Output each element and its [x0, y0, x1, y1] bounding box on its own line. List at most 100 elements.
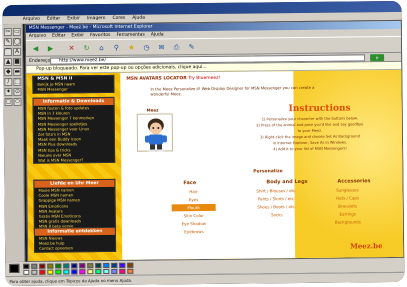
home-icon[interactable]: ⌂ [96, 43, 107, 54]
paint-tool-icon[interactable]: ◆ [4, 67, 13, 77]
palette-swatch[interactable] [39, 263, 46, 269]
paint-menu-item[interactable]: Ajuda [132, 16, 145, 21]
palette-swatch[interactable] [87, 263, 94, 269]
palette-swatch[interactable] [71, 263, 78, 269]
palette-swatch[interactable] [111, 262, 118, 268]
personalize-option[interactable]: Shoes / Boots / etc. [246, 203, 308, 211]
palette-swatch[interactable] [23, 269, 30, 275]
personalize-option[interactable]: Eyes [172, 196, 216, 203]
browser-menu-item[interactable]: Ajuda [151, 32, 164, 37]
avatar-icon [144, 118, 167, 152]
browser-menu-item[interactable]: Ferramentas [116, 33, 144, 38]
palette-swatch[interactable] [87, 269, 94, 275]
personalize-option[interactable]: Backgrounds [320, 218, 376, 226]
personalize-option[interactable]: Socks [246, 211, 308, 219]
paint-menu-item[interactable]: Editar [47, 16, 60, 21]
left-navigation: MSN & MSN II Bekijk je MSN naam MSN Messen… [32, 74, 117, 262]
column-heading: Accessories [337, 178, 371, 185]
palette-swatch[interactable] [119, 262, 126, 268]
paint-tool-icon[interactable]: ⊙ [13, 87, 22, 96]
nav-box: Informatie ontdekken MSN Nieuws Meez.be hu… [33, 226, 117, 253]
browser-menu-item[interactable]: Exibir [71, 33, 84, 38]
paint-tool-icon[interactable]: ⌒ [3, 48, 13, 57]
paint-tool-icon[interactable]: A [12, 47, 22, 56]
edit-icon[interactable]: ✎ [186, 42, 197, 53]
palette-swatch[interactable] [79, 263, 86, 269]
paint-tool-icon[interactable]: ▬ [13, 67, 22, 76]
palette-swatch[interactable] [127, 262, 134, 268]
paint-menu-item[interactable]: Cores [112, 16, 125, 21]
personalize-option[interactable]: Eyebrows [172, 228, 216, 235]
personalize-option[interactable]: Skin Color [172, 212, 216, 219]
paint-tool-icon[interactable]: ⬭ [13, 97, 22, 106]
paint-tool-icon[interactable]: ◯ [12, 37, 21, 46]
paint-menu-item[interactable]: Arquivo [23, 17, 40, 22]
palette-swatch[interactable] [31, 269, 38, 275]
personalize-option[interactable]: Hats / Caps [320, 194, 376, 202]
forward-icon[interactable]: ▶ [45, 44, 56, 55]
palette-swatch[interactable] [95, 263, 102, 269]
palette-swatch[interactable] [71, 269, 78, 275]
nav-link[interactable]: Wat is MSN Messenger? [34, 157, 114, 163]
personalize-option[interactable]: Earrings [320, 210, 376, 218]
refresh-icon[interactable]: ↻ [81, 43, 92, 54]
history-icon[interactable]: ◷ [141, 43, 152, 54]
palette-swatch[interactable] [47, 269, 54, 275]
browser-menu-item[interactable]: Editar [52, 33, 65, 38]
favorites-icon[interactable]: ★ [126, 43, 137, 54]
back-icon[interactable]: ◀ [30, 44, 41, 55]
palette-swatch[interactable] [63, 263, 70, 269]
personalize-option[interactable]: Mouth [171, 203, 216, 212]
browser-menu-item[interactable]: Arquivo [29, 34, 46, 39]
main-content: MSN AVATARS LOCATOR Try Bluemeez! In the… [120, 69, 405, 262]
nav-link[interactable]: Contact opnemen [35, 245, 115, 251]
mascot-avatar[interactable] [136, 113, 174, 152]
palette-swatch[interactable] [103, 262, 110, 269]
search-icon[interactable]: ⚲ [111, 43, 122, 54]
palette-swatch[interactable] [95, 269, 102, 275]
paint-tool-icon[interactable]: ⬚ [13, 77, 22, 86]
paint-tool-icon[interactable]: ✦ [4, 87, 13, 97]
paint-menu-item[interactable]: Imagem [87, 16, 106, 21]
paint-tool-icon[interactable]: ▭ [12, 27, 21, 36]
paint-tool-icon[interactable]: ✂ [3, 28, 12, 37]
mail-icon[interactable]: ✉ [156, 42, 167, 53]
palette-swatch[interactable] [63, 269, 70, 275]
personalize-option[interactable]: Pants / Skirts / etc. [246, 195, 308, 203]
palette-swatch[interactable] [31, 263, 38, 269]
browser-menu-item[interactable]: Favoritos [90, 33, 110, 38]
palette-swatch[interactable] [55, 263, 62, 269]
paint-tool-icon[interactable]: ▢ [4, 97, 13, 107]
go-button[interactable]: Ir [370, 54, 385, 62]
paint-tool-icon[interactable]: ▲ [4, 57, 13, 67]
stop-icon[interactable]: ✕ [66, 43, 77, 54]
palette-swatch[interactable] [103, 268, 110, 275]
page-header: MSN AVATARS LOCATOR Try Bluemeez! [126, 76, 220, 82]
nav-box: Liefde en Uhr Meer Mooie MSN namen Coole M… [33, 178, 116, 231]
personalize-option[interactable]: Eye Shadow [172, 220, 216, 227]
intro-text: In the Meez Personalize it! Web Display … [150, 85, 320, 97]
palette-swatch[interactable] [23, 263, 30, 269]
palette-swatch[interactable] [39, 269, 46, 275]
header-link[interactable]: Try Bluemeez! [188, 76, 220, 81]
paint-menu-item[interactable]: Exibir [67, 16, 80, 21]
nav-link[interactable]: MSN Messenger [33, 86, 113, 92]
personalize-option[interactable]: Shirt / Blouses / etc. [245, 187, 307, 195]
personalize-option[interactable]: Hair [171, 188, 215, 195]
monitor-screen: Arquivo Editar Exibir Imagem Cores Ajuda ✂ ▭ ✎ ◯… [2, 0, 405, 287]
intro-body: In the Meez Personalize it! Web Display … [150, 84, 315, 97]
paint-tool-icon[interactable]: ✎ [3, 38, 12, 47]
print-icon[interactable]: ⎙ [171, 42, 182, 53]
palette-swatch[interactable] [127, 268, 134, 274]
personalize-label: Personalize [253, 169, 283, 175]
paint-tool-icon[interactable]: ∕ [4, 77, 13, 87]
personalize-option[interactable]: Bracelets [320, 202, 376, 210]
palette-swatch[interactable] [111, 268, 118, 274]
palette-swatch[interactable] [79, 269, 86, 275]
palette-swatch[interactable] [119, 268, 126, 274]
address-label: Endereço [29, 58, 51, 64]
personalize-option[interactable]: Sunglasses [319, 186, 375, 194]
palette-swatch[interactable] [55, 269, 62, 275]
palette-swatch[interactable] [47, 263, 54, 269]
paint-tool-icon[interactable]: ■ [13, 57, 22, 66]
